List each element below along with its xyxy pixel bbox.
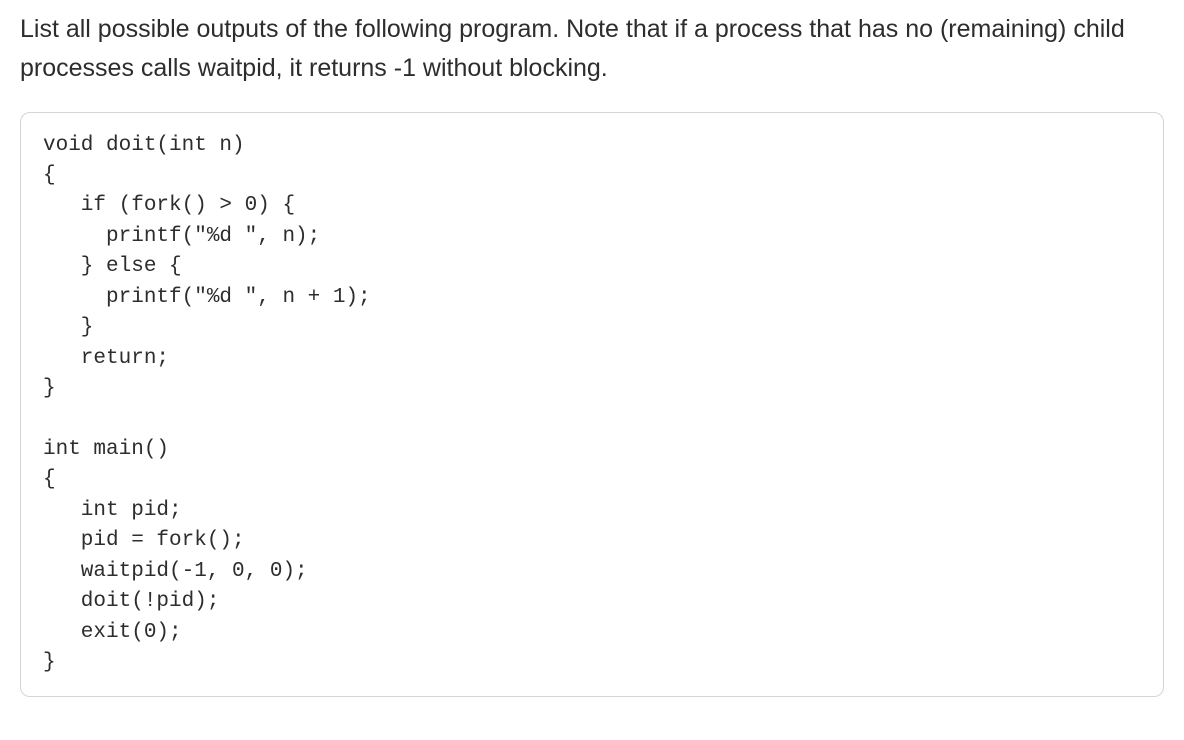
document-container: List all possible outputs of the followi… xyxy=(0,0,1184,717)
question-text: List all possible outputs of the followi… xyxy=(20,10,1164,88)
code-block: void doit(int n) { if (fork() > 0) { pri… xyxy=(20,112,1164,698)
